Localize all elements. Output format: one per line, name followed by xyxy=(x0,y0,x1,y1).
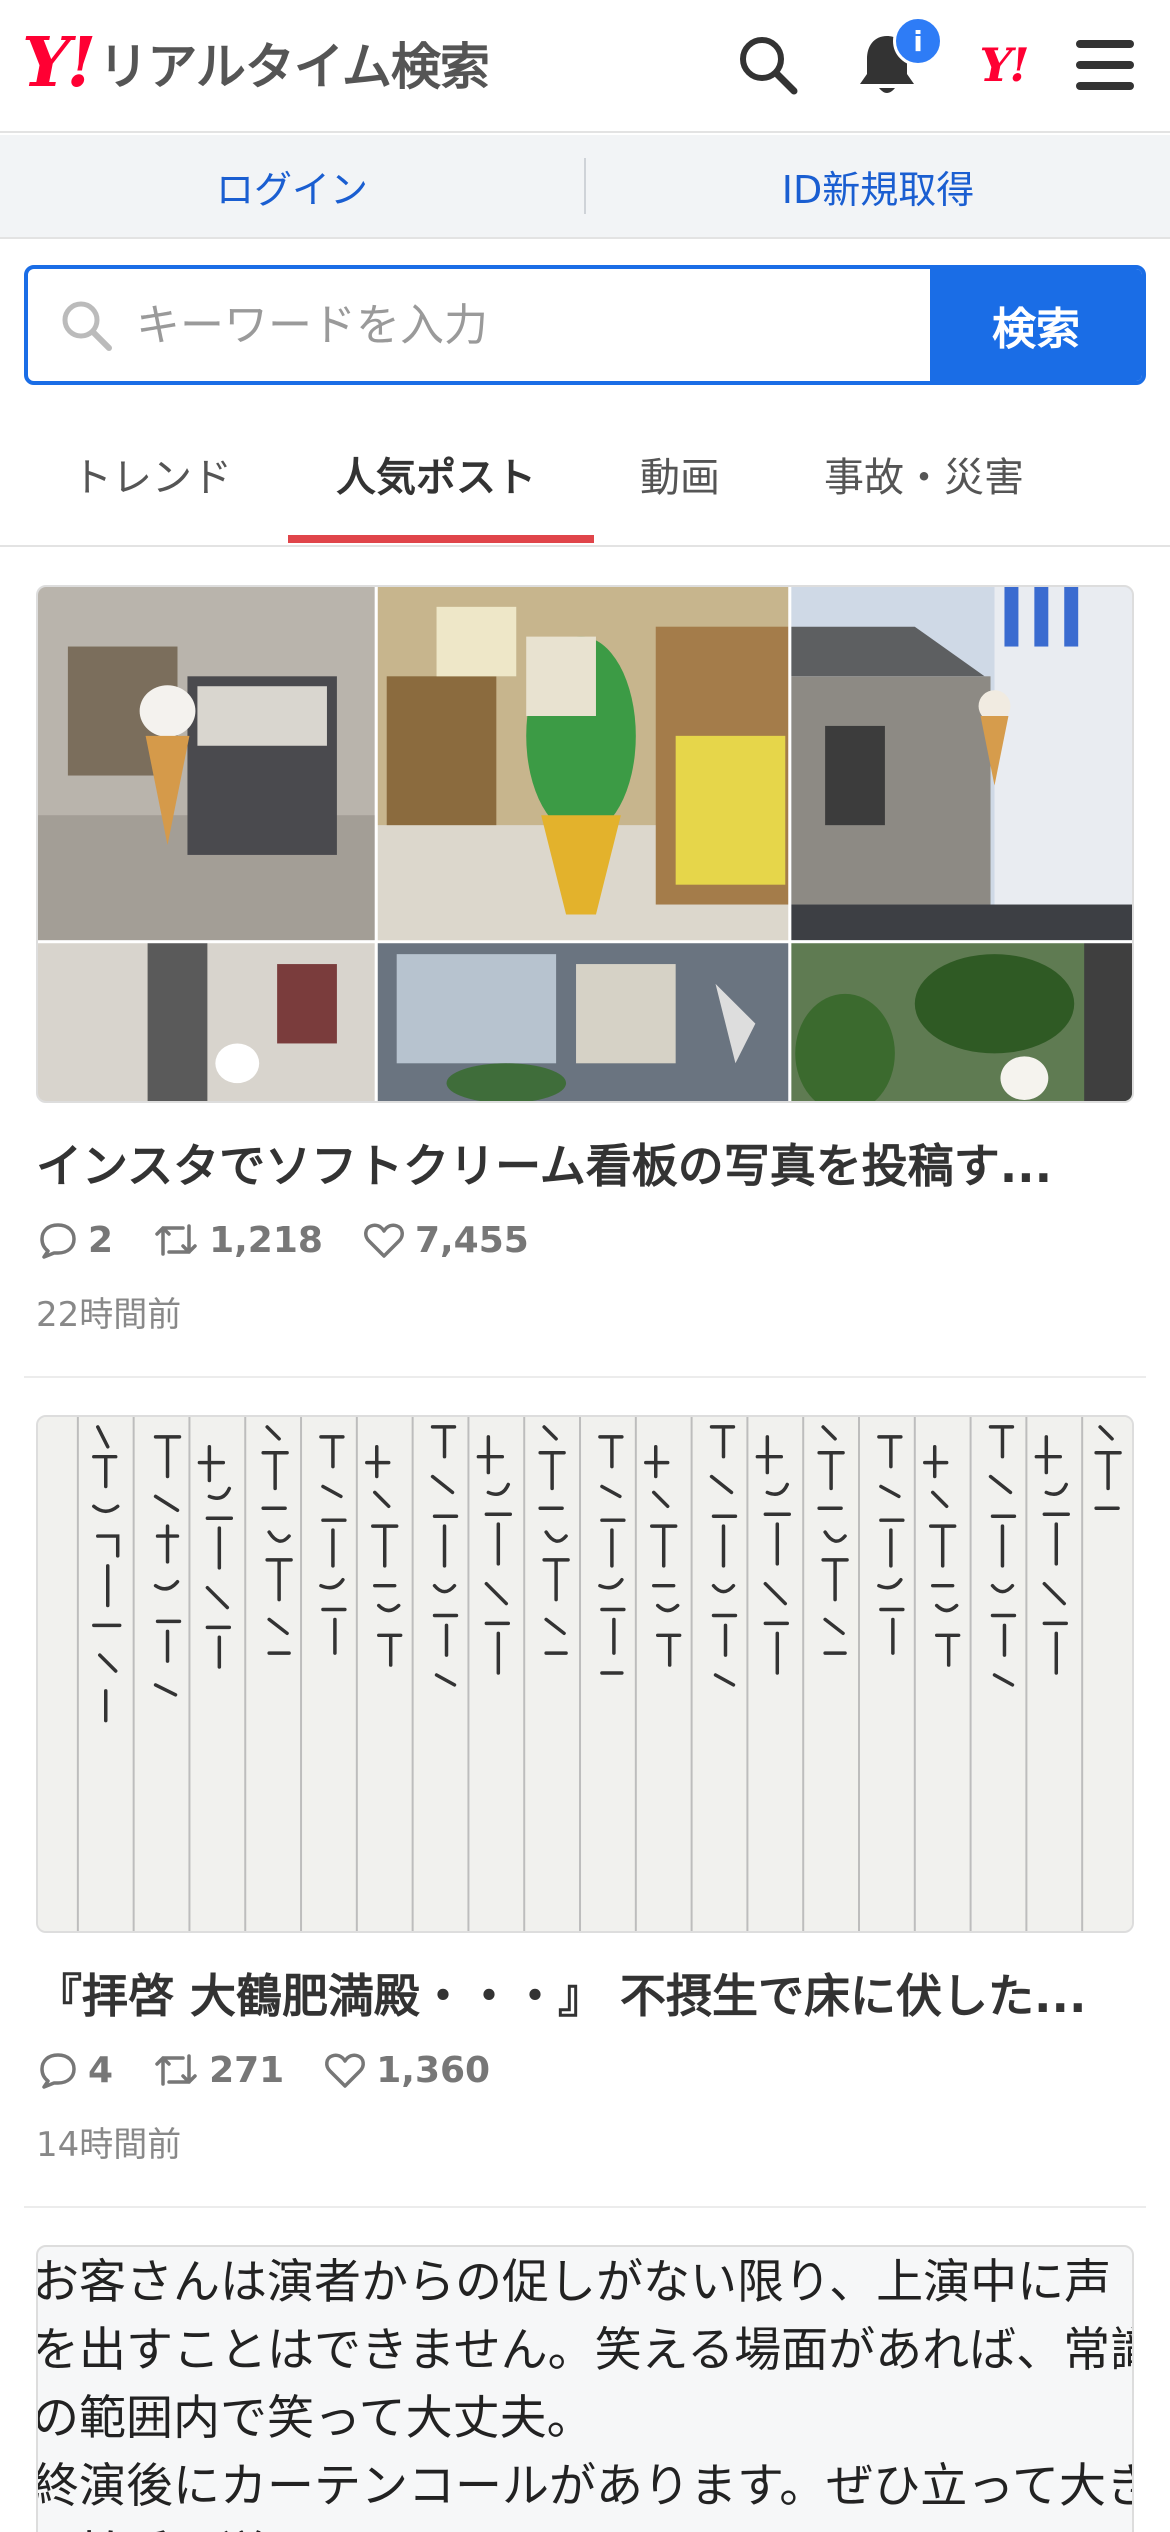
post-image-letter[interactable] xyxy=(36,1415,1134,1933)
post-title[interactable]: インスタでソフトクリーム看板の写真を投稿す... xyxy=(36,1130,1134,1196)
search-icon[interactable] xyxy=(733,30,803,100)
post-stats: 2 1,218 7,455 xyxy=(38,1215,569,1265)
category-tabs: トレンド 人気ポスト 動画 事故・災害 xyxy=(0,405,1170,547)
post-timestamp: 14時間前 xyxy=(36,2125,182,2165)
like-count[interactable]: 7,455 xyxy=(363,1220,529,1261)
logo-title: リアルタイム検索 xyxy=(98,38,489,96)
soft-cream-photos xyxy=(38,587,1132,1101)
repost-count-value: 1,218 xyxy=(209,1219,323,1261)
repost-count-value: 271 xyxy=(209,2049,285,2091)
tab-popular-posts[interactable]: 人気ポスト xyxy=(336,445,536,503)
handwritten-letter-photo xyxy=(38,1417,1132,1931)
reply-count-value: 2 xyxy=(88,1219,114,1261)
yahoo-logo[interactable]: Y! xyxy=(968,30,1038,100)
post-divider xyxy=(24,1376,1146,1378)
post-divider xyxy=(24,2206,1146,2208)
post-timestamp: 22時間前 xyxy=(36,1295,182,1335)
menu-icon[interactable] xyxy=(1070,30,1140,100)
like-count-value: 7,455 xyxy=(414,1219,529,1261)
post-image-grid[interactable] xyxy=(36,585,1134,1103)
register-link[interactable]: ID新規取得 xyxy=(586,159,1170,214)
heart-icon xyxy=(364,1223,404,1258)
active-tab-indicator xyxy=(288,535,594,543)
repost-icon xyxy=(155,1224,197,1256)
post-title[interactable]: 『拝啓 大鶴肥満殿・・・』 不摂生で床に伏した... xyxy=(36,1960,1134,2026)
site-logo[interactable]: Y! リアルタイム検索 xyxy=(22,23,490,103)
reply-count-value: 4 xyxy=(88,2049,114,2091)
app-header: Y! リアルタイム検索 i Y! xyxy=(0,0,1170,133)
like-count[interactable]: 1,360 xyxy=(324,2050,490,2091)
like-count-value: 1,360 xyxy=(376,2049,491,2091)
text-line: な拍手を送ってください。 xyxy=(38,2521,1132,2532)
reply-icon xyxy=(40,2053,76,2089)
search-box: 検索 xyxy=(24,265,1146,385)
reply-count[interactable]: 4 xyxy=(38,2050,113,2091)
tab-accident-disaster[interactable]: 事故・災害 xyxy=(824,445,1024,503)
login-bar: ログイン ID新規取得 xyxy=(0,135,1170,239)
repost-icon xyxy=(155,2054,197,2086)
login-link[interactable]: ログイン xyxy=(0,159,584,214)
reply-count[interactable]: 2 xyxy=(38,1220,113,1261)
tab-video[interactable]: 動画 xyxy=(640,445,720,503)
search-field-icon xyxy=(62,301,112,351)
repost-count[interactable]: 1,218 xyxy=(153,1220,323,1261)
repost-count[interactable]: 271 xyxy=(153,2050,284,2091)
post-image-text[interactable]: お客さんは演者からの促しがない限り、上演中に声 を出すことはできません。笑える場… xyxy=(36,2245,1134,2532)
post-stats: 4 271 1,360 xyxy=(38,2045,530,2095)
tab-trend[interactable]: トレンド xyxy=(72,445,232,503)
search-button[interactable]: 検索 xyxy=(930,269,1142,381)
notification-badge: i xyxy=(893,16,943,66)
text-line: を出すことはできません。笑える場面があれば、常識 xyxy=(36,2323,1134,2378)
search-input[interactable] xyxy=(136,269,956,381)
yahoo-logo-mark: Y! xyxy=(22,23,96,103)
reply-icon xyxy=(40,1223,76,1259)
heart-icon xyxy=(325,2053,366,2088)
text-line: 終演後にカーテンコールがあります。ぜひ立って大き xyxy=(36,2459,1134,2514)
text-line: の範囲内で笑って大丈夫。 xyxy=(36,2391,594,2446)
text-line: お客さんは演者からの促しがない限り、上演中に声 xyxy=(36,2255,1112,2310)
